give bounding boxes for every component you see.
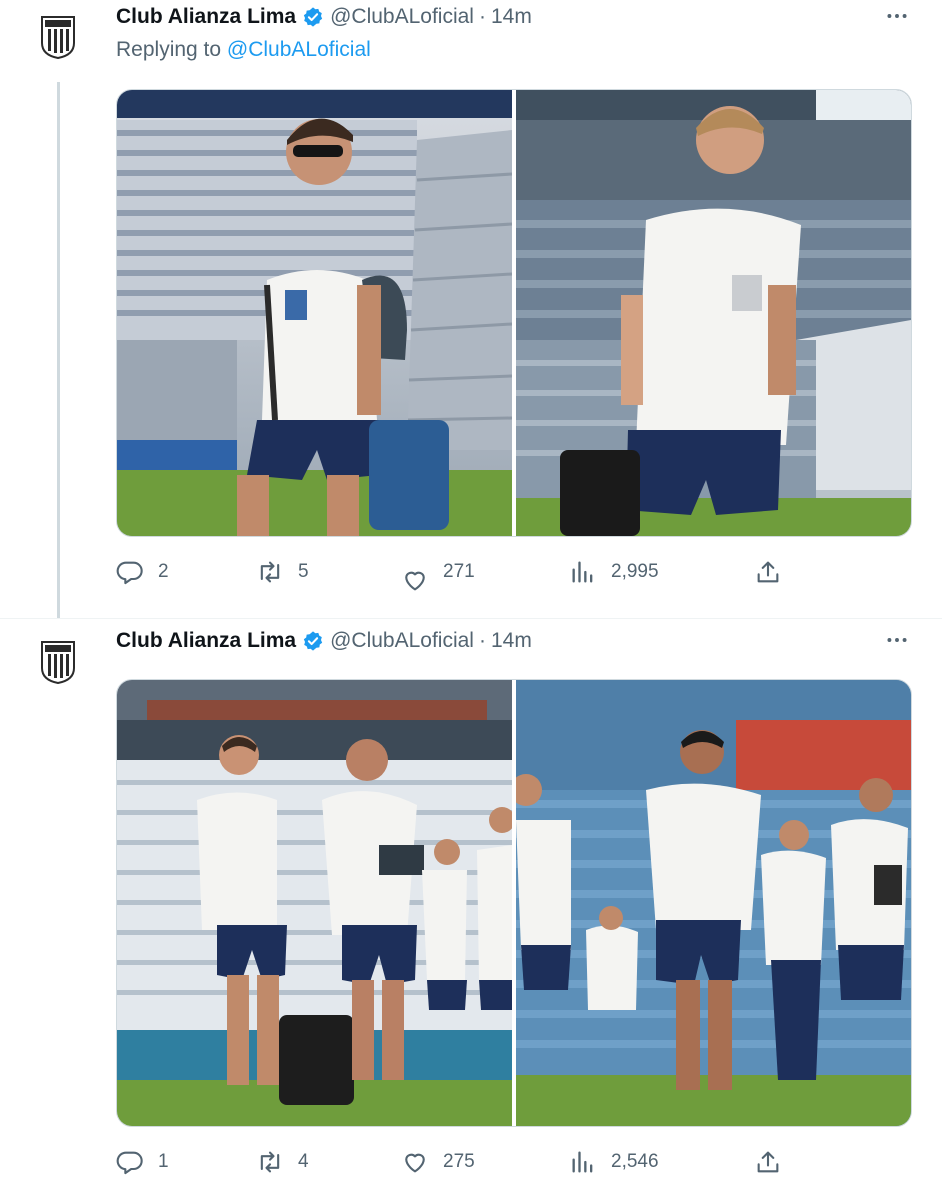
timestamp[interactable]: 14m xyxy=(491,629,532,653)
view-count: 2,995 xyxy=(611,561,659,582)
views-button[interactable]: 2,995 xyxy=(569,558,659,586)
retweet-button[interactable]: 5 xyxy=(256,558,309,586)
author-name[interactable]: Club Alianza Lima xyxy=(116,5,296,29)
tweet-header: Club Alianza Lima @ClubALoficial · 14m xyxy=(116,2,532,32)
replying-to: Replying to @ClubALoficial xyxy=(116,38,371,62)
club-crest-icon[interactable] xyxy=(40,15,76,60)
club-crest-icon[interactable] xyxy=(40,640,76,685)
separator-dot: · xyxy=(478,5,486,28)
tweet-actions: 1 4 275 2,546 xyxy=(116,1148,816,1178)
verified-badge-icon xyxy=(303,631,323,651)
reply-icon xyxy=(116,1151,143,1175)
tweet-actions: 2 5 271 2,995 xyxy=(116,558,816,591)
like-icon xyxy=(405,1153,425,1173)
share-icon xyxy=(757,1151,779,1173)
photo-players-walking-luggage[interactable] xyxy=(117,680,512,1126)
reply-button[interactable]: 2 xyxy=(116,558,169,586)
author-handle[interactable]: @ClubALoficial xyxy=(330,629,474,653)
more-icon[interactable] xyxy=(880,4,914,28)
share-button[interactable] xyxy=(754,1148,796,1176)
like-count: 271 xyxy=(443,561,475,582)
reply-count: 2 xyxy=(158,561,169,582)
tweet-2[interactable]: Club Alianza Lima @ClubALoficial · 14m 1… xyxy=(0,624,942,1200)
views-button[interactable]: 2,546 xyxy=(569,1148,659,1176)
share-icon xyxy=(757,561,779,583)
media-grid xyxy=(116,679,912,1127)
author-handle[interactable]: @ClubALoficial xyxy=(330,5,474,29)
like-icon xyxy=(405,571,425,591)
views-icon xyxy=(572,561,593,583)
more-icon[interactable] xyxy=(880,628,914,652)
reply-icon xyxy=(116,561,143,585)
verified-badge-icon xyxy=(303,7,323,27)
tweet-1[interactable]: Club Alianza Lima @ClubALoficial · 14m R… xyxy=(0,0,942,618)
view-count: 2,546 xyxy=(611,1151,659,1172)
photo-squad-walking[interactable] xyxy=(516,680,911,1126)
like-count: 275 xyxy=(443,1151,475,1172)
retweet-count: 4 xyxy=(298,1151,309,1172)
photo-player-smiling[interactable] xyxy=(516,90,911,536)
retweet-icon xyxy=(260,1151,280,1173)
reply-count: 1 xyxy=(158,1151,169,1172)
share-button[interactable] xyxy=(754,558,796,586)
author-name[interactable]: Club Alianza Lima xyxy=(116,629,296,653)
tweet-header: Club Alianza Lima @ClubALoficial · 14m xyxy=(116,626,532,656)
timestamp[interactable]: 14m xyxy=(491,5,532,29)
thread-line xyxy=(57,82,60,618)
retweet-icon xyxy=(260,561,280,583)
replying-prefix: Replying to xyxy=(116,38,227,61)
media-grid xyxy=(116,89,912,537)
retweet-button[interactable]: 4 xyxy=(256,1148,309,1176)
separator-dot: · xyxy=(478,629,486,652)
replying-to-link[interactable]: @ClubALoficial xyxy=(227,38,371,61)
reply-button[interactable]: 1 xyxy=(116,1148,169,1176)
like-button[interactable]: 271 xyxy=(401,550,475,594)
views-icon xyxy=(572,1151,593,1173)
retweet-count: 5 xyxy=(298,561,309,582)
like-button[interactable]: 275 xyxy=(401,1148,475,1176)
photo-player-sunglasses[interactable] xyxy=(117,90,512,536)
tweet-divider xyxy=(0,618,942,619)
